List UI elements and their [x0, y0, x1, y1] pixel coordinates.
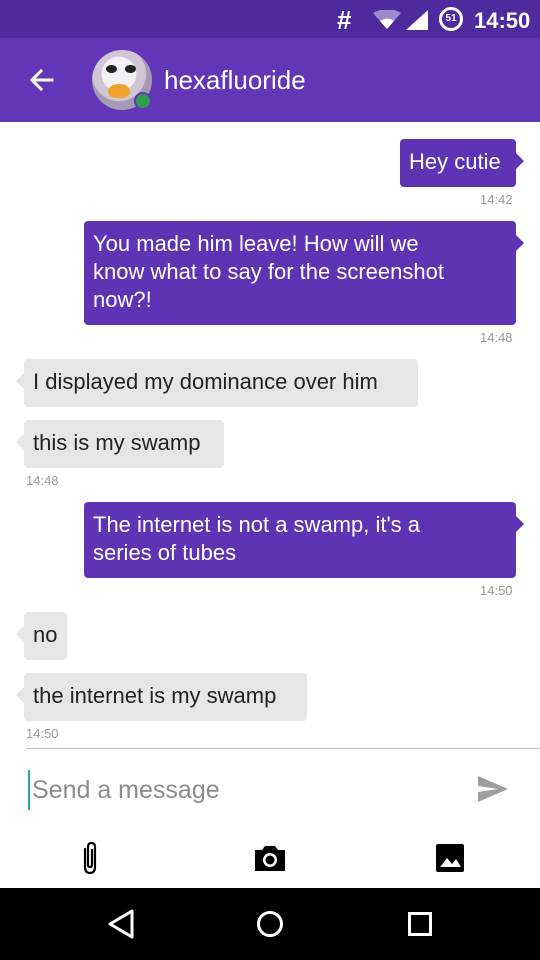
message-incoming[interactable]: no: [16, 612, 67, 660]
camera-icon[interactable]: [252, 840, 288, 876]
message-outgoing[interactable]: You made him leave! How will we know wha…: [84, 221, 524, 325]
contact-name[interactable]: hexafluoride: [164, 65, 306, 96]
hash-icon: #: [337, 5, 352, 35]
online-status-dot: [134, 92, 152, 110]
message-outgoing[interactable]: The internet is not a swamp, it's a seri…: [84, 502, 524, 578]
attachment-icon[interactable]: [72, 840, 108, 876]
app-bar: hexafluoride: [0, 38, 540, 122]
send-icon[interactable]: [476, 774, 510, 804]
message-timestamp: 14:42: [480, 192, 513, 207]
nav-back-icon[interactable]: [106, 908, 136, 940]
image-icon[interactable]: [432, 840, 468, 876]
battery-icon: 51: [439, 7, 463, 31]
navigation-bar: [0, 888, 540, 960]
avatar-eye-left: [106, 65, 117, 73]
message-timestamp: 14:48: [480, 330, 513, 345]
message-timestamp: 14:50: [480, 583, 513, 598]
wifi-icon: [373, 10, 401, 29]
message-timestamp: 14:48: [26, 473, 59, 488]
nav-recents-icon[interactable]: [405, 908, 435, 940]
message-outgoing[interactable]: Hey cutie: [400, 139, 524, 187]
status-time: 14:50: [474, 8, 531, 33]
avatar-eye-right: [125, 65, 136, 73]
message-input[interactable]: [28, 770, 458, 810]
message-incoming[interactable]: I displayed my dominance over him: [16, 359, 418, 407]
back-arrow-icon[interactable]: [26, 64, 58, 96]
signal-icon: [406, 10, 428, 30]
message-incoming[interactable]: this is my swamp: [16, 420, 224, 468]
message-list[interactable]: Hey cutie 14:42 You made him leave! How …: [0, 122, 540, 748]
message-timestamp: 14:50: [26, 726, 59, 741]
status-bar: # 51 14:50: [0, 0, 540, 38]
nav-home-icon[interactable]: [255, 908, 285, 940]
compose-divider: [26, 748, 540, 749]
avatar-beak: [108, 84, 130, 98]
message-incoming[interactable]: the internet is my swamp: [16, 673, 307, 721]
